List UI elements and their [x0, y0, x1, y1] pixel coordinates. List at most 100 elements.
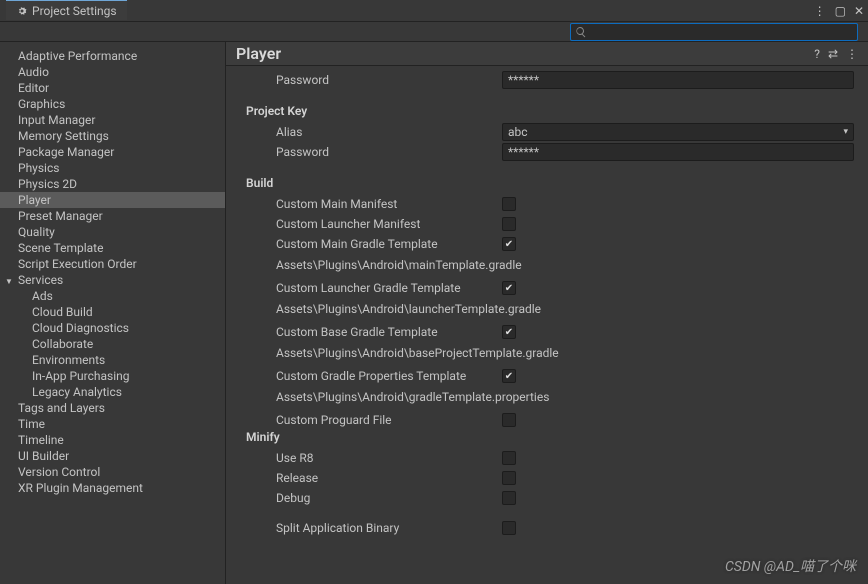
preset-icon[interactable]: ⇄	[828, 47, 838, 61]
help-icon[interactable]: ?	[814, 47, 820, 61]
keystore-password-row: Password ******	[246, 70, 854, 90]
keystore-password-input[interactable]: ******	[502, 71, 854, 89]
build-option-checkbox[interactable]	[502, 281, 516, 295]
sidebar-item[interactable]: Physics	[0, 160, 225, 176]
split-binary-checkbox[interactable]	[502, 521, 516, 535]
build-option-row: Custom Launcher Gradle Template	[246, 278, 854, 298]
project-key-password-input[interactable]: ******	[502, 143, 854, 161]
sidebar-item[interactable]: Quality	[0, 224, 225, 240]
settings-sidebar: Adaptive PerformanceAudioEditorGraphicsI…	[0, 42, 226, 584]
build-option-label: Custom Launcher Gradle Template	[246, 281, 502, 295]
sidebar-item-label: Package Manager	[18, 145, 114, 159]
sidebar-item-label: Tags and Layers	[18, 401, 105, 415]
watermark: CSDN @AD_喵了个咪	[725, 556, 856, 576]
page-header: Player ? ⇄ ⋮	[226, 42, 868, 66]
window-title-label: Project Settings	[32, 4, 117, 18]
search-row	[0, 22, 868, 42]
minify-heading: Minify	[246, 430, 854, 444]
sidebar-item[interactable]: XR Plugin Management	[0, 480, 225, 496]
sidebar-item[interactable]: Script Execution Order	[0, 256, 225, 272]
minify-option-label: Use R8	[246, 451, 502, 465]
sidebar-item[interactable]: ▼ Services	[0, 272, 225, 288]
sidebar-item[interactable]: Cloud Build	[0, 304, 225, 320]
maximize-icon[interactable]: ▢	[835, 4, 846, 18]
build-option-checkbox[interactable]	[502, 197, 516, 211]
build-option-row: Custom Gradle Properties Template	[246, 366, 854, 386]
project-key-password-row: Password ******	[246, 142, 854, 162]
alias-row: Alias abc	[246, 122, 854, 142]
page-title: Player	[236, 44, 814, 63]
sidebar-item-label: Adaptive Performance	[18, 49, 137, 63]
sidebar-item[interactable]: Memory Settings	[0, 128, 225, 144]
sidebar-item[interactable]: Version Control	[0, 464, 225, 480]
search-icon	[575, 26, 587, 38]
minify-option-row: Use R8	[246, 448, 854, 468]
options-icon[interactable]: ⋮	[814, 4, 827, 18]
sidebar-item-label: Timeline	[18, 433, 64, 447]
sidebar-item[interactable]: Player	[0, 192, 225, 208]
project-key-heading: Project Key	[246, 104, 854, 118]
build-option-path: Assets\Plugins\Android\baseProjectTempla…	[246, 344, 854, 362]
sidebar-item-label: UI Builder	[18, 449, 69, 463]
sidebar-item[interactable]: In-App Purchasing	[0, 368, 225, 384]
sidebar-item-label: Player	[18, 193, 51, 207]
sidebar-item[interactable]: Editor	[0, 80, 225, 96]
sidebar-item-label: Preset Manager	[18, 209, 103, 223]
sidebar-item[interactable]: Package Manager	[0, 144, 225, 160]
sidebar-item[interactable]: Input Manager	[0, 112, 225, 128]
build-option-label: Custom Proguard File	[246, 413, 502, 427]
build-option-path: Assets\Plugins\Android\mainTemplate.grad…	[246, 256, 854, 274]
sidebar-item[interactable]: UI Builder	[0, 448, 225, 464]
build-option-label: Custom Base Gradle Template	[246, 325, 502, 339]
sidebar-item[interactable]: Preset Manager	[0, 208, 225, 224]
minify-option-checkbox[interactable]	[502, 471, 516, 485]
sidebar-item[interactable]: Tags and Layers	[0, 400, 225, 416]
sidebar-item[interactable]: Graphics	[0, 96, 225, 112]
sidebar-item[interactable]: Ads	[0, 288, 225, 304]
menu-icon[interactable]: ⋮	[846, 47, 858, 61]
close-icon[interactable]: ✕	[854, 4, 864, 18]
sidebar-item[interactable]: Scene Template	[0, 240, 225, 256]
sidebar-item-label: Scene Template	[18, 241, 103, 255]
sidebar-item[interactable]: Collaborate	[0, 336, 225, 352]
sidebar-item-label: Memory Settings	[18, 129, 109, 143]
sidebar-item[interactable]: Cloud Diagnostics	[0, 320, 225, 336]
window-tab[interactable]: Project Settings	[6, 0, 127, 20]
sidebar-item[interactable]: Timeline	[0, 432, 225, 448]
window-titlebar: Project Settings ⋮ ▢ ✕	[0, 0, 868, 22]
build-option-label: Custom Main Manifest	[246, 197, 502, 211]
build-option-label: Custom Launcher Manifest	[246, 217, 502, 231]
minify-option-checkbox[interactable]	[502, 491, 516, 505]
build-option-row: Custom Main Gradle Template	[246, 234, 854, 254]
foldout-icon[interactable]: ▼	[5, 274, 13, 290]
sidebar-item[interactable]: Legacy Analytics	[0, 384, 225, 400]
split-binary-label: Split Application Binary	[246, 521, 502, 535]
build-option-row: Custom Base Gradle Template	[246, 322, 854, 342]
minify-option-row: Release	[246, 468, 854, 488]
build-option-label: Custom Gradle Properties Template	[246, 369, 502, 383]
sidebar-item[interactable]: Time	[0, 416, 225, 432]
settings-content: Password ****** Project Key Alias abc Pa…	[226, 66, 868, 584]
search-input[interactable]	[570, 23, 858, 41]
sidebar-item-label: Physics	[18, 161, 59, 175]
sidebar-item[interactable]: Audio	[0, 64, 225, 80]
sidebar-item[interactable]: Environments	[0, 352, 225, 368]
split-binary-row: Split Application Binary	[246, 518, 854, 538]
minify-option-label: Release	[246, 471, 502, 485]
build-option-checkbox[interactable]	[502, 325, 516, 339]
build-option-path: Assets\Plugins\Android\gradleTemplate.pr…	[246, 388, 854, 406]
sidebar-item-label: Services	[18, 273, 63, 287]
build-option-checkbox[interactable]	[502, 217, 516, 231]
build-option-checkbox[interactable]	[502, 237, 516, 251]
alias-dropdown[interactable]: abc	[502, 123, 854, 141]
sidebar-item-label: Script Execution Order	[18, 257, 137, 271]
alias-label: Alias	[246, 125, 502, 139]
build-option-row: Custom Main Manifest	[246, 194, 854, 214]
build-option-checkbox[interactable]	[502, 413, 516, 427]
keystore-password-label: Password	[246, 73, 502, 87]
build-option-checkbox[interactable]	[502, 369, 516, 383]
minify-option-row: Debug	[246, 488, 854, 508]
minify-option-checkbox[interactable]	[502, 451, 516, 465]
sidebar-item[interactable]: Physics 2D	[0, 176, 225, 192]
sidebar-item[interactable]: Adaptive Performance	[0, 48, 225, 64]
